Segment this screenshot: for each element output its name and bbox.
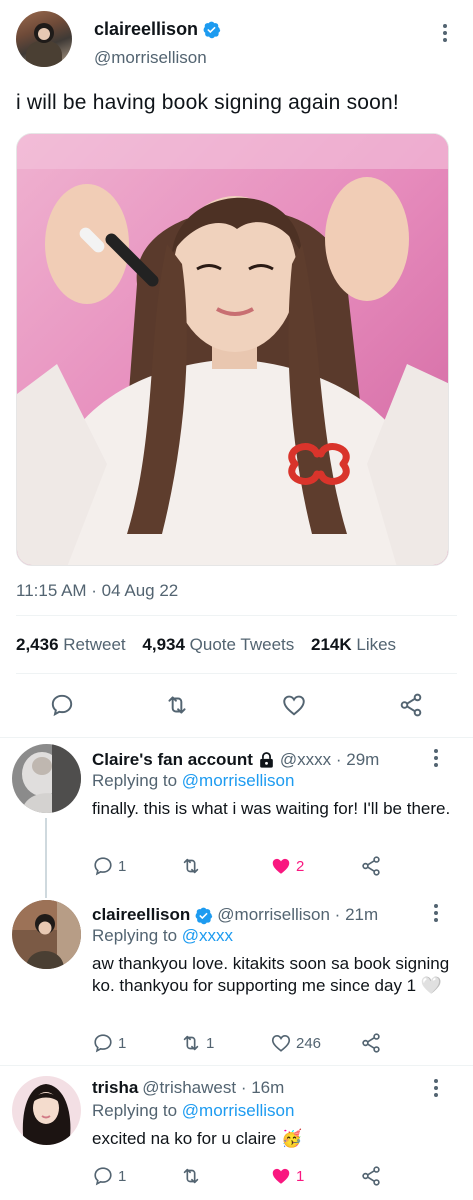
reply-text: excited na ko for u claire 🥳 [92,1129,303,1148]
like-filled-icon [272,1168,290,1184]
share-icon [362,1166,380,1186]
thread-line [45,818,47,898]
like-action[interactable]: 246 [270,1032,321,1054]
reply-icon [94,857,112,876]
verified-badge-icon [203,21,221,39]
reply-display-name[interactable]: trisha [92,1078,138,1098]
reply-handle[interactable]: @morrisellison [217,905,330,924]
reply-display-name[interactable]: Claire's fan account [92,750,253,770]
replying-to: Replying to @morrisellison [92,1101,295,1120]
tweet-timestamp[interactable]: 11:15 AM · 04 Aug 22 [16,581,178,601]
share-icon [362,856,380,876]
share-icon[interactable] [398,692,424,718]
like-icon[interactable] [281,692,307,718]
more-options-icon[interactable] [426,748,446,768]
author-name-row[interactable]: claireellison [94,19,221,40]
replying-to-link[interactable]: @xxxx [182,926,233,945]
reply-count: 1 [118,857,127,875]
share-action[interactable] [360,855,382,877]
replying-to: Replying to @xxxx [92,926,234,945]
like-count: 1 [296,1167,305,1185]
like-count: 246 [296,1034,322,1052]
like-count: 2 [296,857,305,875]
replying-to-link[interactable]: @morrisellison [182,771,295,790]
retweet-icon [183,858,199,874]
retweets-stat[interactable]: 2,436 Retweet [16,635,126,654]
reply-action[interactable]: 1 [92,855,126,877]
replying-to-link[interactable]: @morrisellison [182,1101,295,1120]
reply-time[interactable]: 29m [346,750,379,769]
tweet-stats: 2,436 Retweet 4,934 Quote Tweets 214K Li… [16,635,396,655]
tweet-text: i will be having book signing again soon… [16,91,399,114]
retweet-count: 1 [206,1034,215,1052]
divider [0,737,473,738]
like-action[interactable]: 2 [270,855,304,877]
reply-actions: 1 2 [92,855,392,877]
lock-icon [260,751,273,768]
reply-icon [94,1167,112,1186]
reply-time[interactable]: 16m [251,1078,284,1097]
tweet-actions [0,688,473,722]
retweet-icon [183,1035,199,1051]
reply-count: 1 [118,1034,127,1052]
more-options-icon[interactable] [426,903,446,923]
reply-text: aw thankyou love. kitakits soon sa book … [92,954,450,995]
reply-icon[interactable] [49,692,75,718]
divider [16,673,457,674]
share-action[interactable] [360,1032,382,1054]
like-icon [271,1035,291,1052]
reply-avatar[interactable] [12,1076,81,1145]
tweet-photo[interactable] [16,133,449,566]
reply-text: finally. this is what i was waiting for!… [92,799,451,818]
reply-avatar[interactable] [12,900,81,969]
reply-count: 1 [118,1167,127,1185]
share-icon [362,1033,380,1053]
reply-handle[interactable]: @trishawest [142,1078,236,1097]
more-options-icon[interactable] [435,23,455,43]
verified-badge-icon [195,907,213,924]
author-handle[interactable]: @morrisellison [94,48,207,68]
reply-header: Claire's fan account @xxxx · 29m [92,750,380,770]
like-action[interactable]: 1 [270,1165,304,1187]
like-filled-icon [272,858,290,874]
reply-action[interactable]: 1 [92,1032,126,1054]
replying-to: Replying to @morrisellison [92,771,295,790]
reply-display-name[interactable]: claireellison [92,905,190,925]
reply-actions: 1 1 [92,1165,392,1187]
likes-stat[interactable]: 214K Likes [311,635,396,654]
author-display-name[interactable]: claireellison [94,19,198,40]
reply-handle[interactable]: @xxxx [280,750,331,769]
divider [0,1065,473,1066]
reply-avatar[interactable] [12,744,81,813]
retweet-icon[interactable] [164,692,190,718]
photo-illustration [17,134,448,565]
divider [16,615,457,616]
retweet-action[interactable] [180,855,206,877]
quotes-stat[interactable]: 4,934 Quote Tweets [142,635,294,654]
retweet-icon [183,1168,199,1184]
reply-actions: 1 1 246 [92,1032,392,1054]
retweet-action[interactable] [180,1165,206,1187]
author-avatar[interactable] [16,11,72,67]
reply-time[interactable]: 21m [345,905,378,924]
reply-header: trisha @trishawest · 16m [92,1078,285,1098]
retweet-action[interactable]: 1 [180,1032,214,1054]
share-action[interactable] [360,1165,382,1187]
reply-header: claireellison @morrisellison · 21m [92,905,379,925]
reply-action[interactable]: 1 [92,1165,126,1187]
more-options-icon[interactable] [426,1078,446,1098]
reply-icon [94,1034,112,1053]
